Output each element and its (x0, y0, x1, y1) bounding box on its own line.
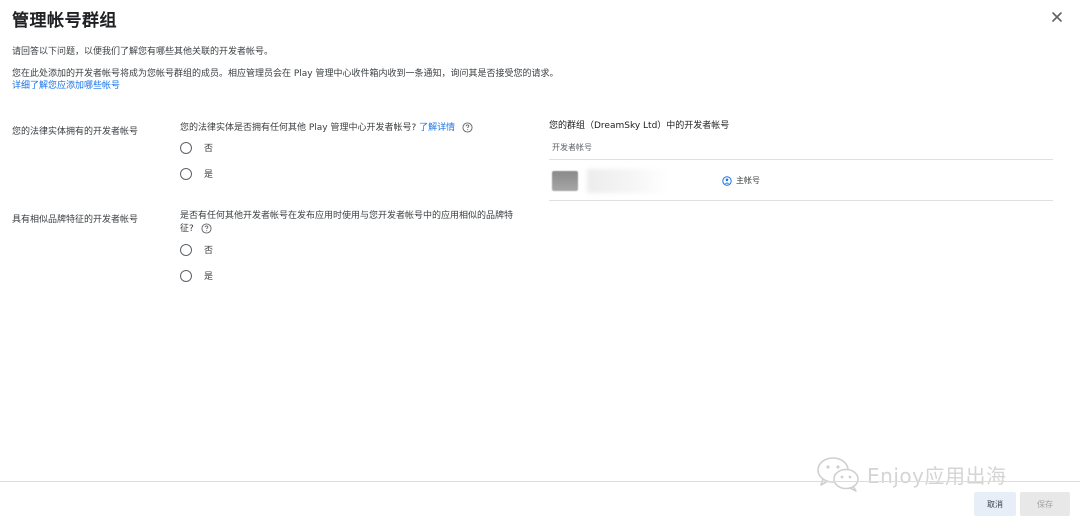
radio-label: 否 (204, 246, 214, 256)
close-button[interactable] (1048, 8, 1066, 26)
intro-line-1: 请回答以下问题，以便我们了解您有哪些其他关联的开发者帐号。 (12, 47, 274, 57)
radio-button[interactable] (180, 141, 192, 154)
primary-account-icon (722, 175, 732, 186)
similar-brand-radio-no[interactable]: 否 (180, 243, 213, 256)
dialog-title: 管理帐号群组 (12, 11, 117, 31)
intro-text: 请回答以下问题，以便我们了解您有哪些其他关联的开发者帐号。 您在此处添加的开发者… (12, 46, 559, 92)
similar-brand-question-line-2: 征? (180, 224, 194, 234)
radio-button[interactable] (180, 167, 192, 180)
cancel-button[interactable]: 取消 (974, 492, 1016, 516)
wechat-icon (817, 457, 859, 492)
section-owned-accounts-label: 您的法律实体拥有的开发者帐号 (12, 127, 139, 137)
similar-brand-question-line-1: 是否有任何其他开发者帐号在发布应用时使用与您开发者帐号中的应用相似的品牌特 (180, 211, 514, 221)
radio-label: 是 (204, 272, 214, 282)
group-title: 您的群组（DreamSky Ltd）中的开发者帐号 (549, 121, 730, 131)
section-similar-brand-label: 具有相似品牌特征的开发者帐号 (12, 215, 139, 225)
watermark-text: Enjoy应用出海 (867, 463, 1007, 488)
owned-accounts-question-text: 您的法律实体是否拥有任何其他 Play 管理中心开发者帐号? (180, 123, 417, 133)
help-circle-icon[interactable] (462, 122, 473, 133)
radio-label: 是 (204, 170, 214, 180)
similar-brand-question-line-2-wrap: 征? (180, 223, 513, 236)
owned-accounts-radio-no[interactable]: 否 (180, 141, 213, 154)
table-row: 主帐号 (549, 161, 1053, 201)
account-name-redacted (587, 169, 667, 193)
help-circle-icon[interactable] (201, 223, 212, 234)
radio-label: 否 (204, 144, 214, 154)
primary-account-badge: 主帐号 (722, 175, 760, 186)
column-header-developer-account: 开发者帐号 (552, 143, 592, 152)
watermark: Enjoy应用出海 (815, 455, 1006, 493)
save-button[interactable]: 保存 (1020, 492, 1070, 516)
radio-button[interactable] (180, 269, 192, 282)
table-header: 开发者帐号 (549, 142, 1053, 160)
similar-brand-radio-yes[interactable]: 是 (180, 269, 213, 282)
footer-divider (0, 481, 1080, 482)
similar-brand-question: 是否有任何其他开发者帐号在发布应用时使用与您开发者帐号中的应用相似的品牌特 征? (180, 210, 513, 236)
learn-which-accounts-link[interactable]: 详细了解您应添加哪些帐号 (12, 81, 120, 91)
primary-account-label: 主帐号 (736, 176, 760, 185)
intro-line-2: 您在此处添加的开发者帐号将成为您帐号群组的成员。相应管理员会在 Play 管理中… (12, 69, 559, 79)
learn-more-link[interactable]: 了解详情 (419, 123, 455, 133)
owned-accounts-radio-yes[interactable]: 是 (180, 167, 213, 180)
account-avatar (552, 171, 578, 191)
radio-button[interactable] (180, 243, 192, 256)
manage-account-group-dialog: 管理帐号群组 请回答以下问题，以便我们了解您有哪些其他关联的开发者帐号。 您在此… (0, 0, 1080, 526)
close-icon (1052, 12, 1062, 22)
owned-accounts-question: 您的法律实体是否拥有任何其他 Play 管理中心开发者帐号? 了解详情 (180, 122, 473, 135)
